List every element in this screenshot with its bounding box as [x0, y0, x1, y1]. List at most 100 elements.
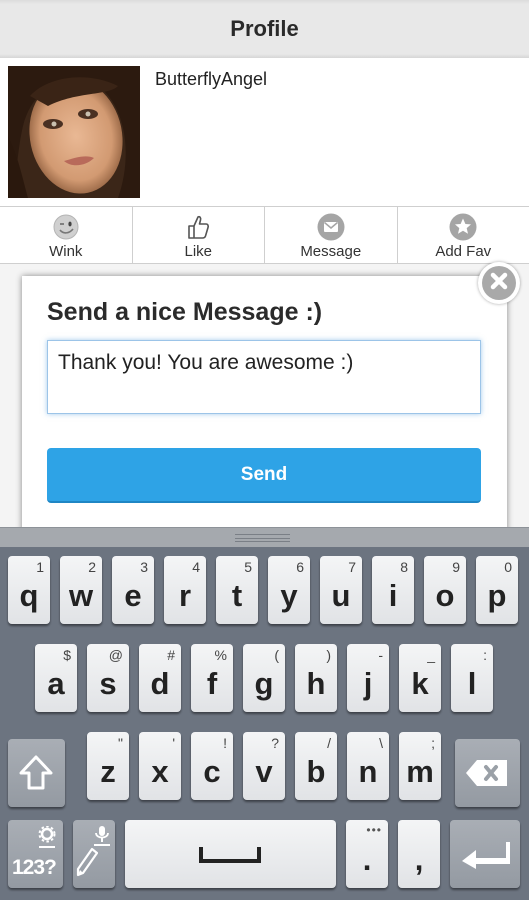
close-icon [488, 270, 510, 297]
key-u[interactable]: 7u [320, 556, 362, 624]
key-y[interactable]: 6y [268, 556, 310, 624]
comma-key[interactable]: , [398, 820, 440, 888]
key-hint: \ [379, 735, 383, 751]
key-e[interactable]: 3e [112, 556, 154, 624]
backspace-icon [465, 759, 509, 792]
key-label: p [487, 578, 507, 613]
key-hint: " [118, 735, 123, 751]
key-label: d [150, 666, 170, 701]
key-g[interactable]: (g [243, 644, 285, 712]
key-hint: ( [274, 647, 279, 663]
key-hint: % [214, 647, 227, 663]
soft-keyboard: 1 q 2 w 3 e 4 r 5 t 6 y 7 u 8 i 9 o 0 p $ a @ s # d% f(g) h - j _ k: l " z… [0, 527, 529, 900]
key-hint: 6 [296, 559, 304, 575]
key-v[interactable]: ? v [243, 732, 285, 800]
key-hint: ? [271, 735, 279, 751]
key-hint: 8 [400, 559, 408, 575]
key-label: b [306, 754, 326, 789]
key-p[interactable]: 0p [476, 556, 518, 624]
key-hint: @ [108, 647, 123, 663]
symbols-key[interactable]: 123? [8, 820, 63, 888]
send-button[interactable]: Send [47, 448, 481, 503]
pencil-icon [76, 847, 99, 882]
key-f[interactable]: % f [191, 644, 233, 712]
add-fav-label: Add Fav [435, 243, 492, 260]
key-label: u [331, 578, 351, 613]
voice-handwriting-key[interactable] [73, 820, 115, 888]
key-label: r [178, 578, 192, 613]
key-hint: ! [223, 735, 227, 751]
key-label: e [124, 578, 142, 613]
key-r[interactable]: 4r [164, 556, 206, 624]
key-label: q [19, 578, 39, 613]
symbols-label: 123? [12, 856, 57, 879]
key-c[interactable]: ! c [191, 732, 233, 800]
key-label: a [47, 666, 65, 701]
key-label: n [358, 754, 378, 789]
close-dialog-button[interactable] [478, 262, 520, 304]
key-hint: : [483, 647, 487, 663]
message-button[interactable]: Message [265, 207, 398, 263]
keyboard-drag-handle[interactable] [0, 527, 529, 547]
key-label: h [306, 666, 326, 701]
message-input[interactable]: Thank you! You are awesome :) [47, 340, 481, 414]
avatar[interactable] [8, 66, 140, 198]
key-j[interactable]: -j [347, 644, 389, 712]
key-hint: 0 [504, 559, 512, 575]
add-fav-button[interactable]: Add Fav [398, 207, 529, 263]
key-hint: ' [172, 735, 175, 751]
dialog-title: Send a nice Message :) [47, 298, 323, 326]
key-label: f [206, 666, 218, 701]
wink-label: Wink [49, 243, 83, 260]
enter-icon [460, 840, 512, 875]
key-m[interactable]: ; m [399, 732, 441, 800]
key-h[interactable]: ) h [295, 644, 337, 712]
space-key[interactable] [125, 820, 336, 888]
key-label: l [467, 666, 477, 701]
star-icon [449, 213, 477, 241]
shift-icon [19, 755, 53, 796]
key-q[interactable]: 1q [8, 556, 50, 624]
key-hint: # [167, 647, 175, 663]
key-label: o [435, 578, 455, 613]
like-button[interactable]: Like [133, 207, 265, 263]
key-label: w [68, 578, 94, 613]
key-hint: $ [63, 647, 71, 663]
key-hint: ) [326, 647, 331, 663]
key-w[interactable]: 2w [60, 556, 102, 624]
key-o[interactable]: 9o [424, 556, 466, 624]
key-x[interactable]: ' x [139, 732, 181, 800]
app: Profile ButterflyAngel Wink Like Message… [0, 0, 529, 900]
wink-button[interactable]: Wink [0, 207, 133, 263]
thumbs-up-icon [184, 213, 212, 241]
key-s[interactable]: @ s [87, 644, 129, 712]
key-label: k [411, 666, 429, 701]
period-key[interactable]: ••• . [346, 820, 388, 888]
enter-key[interactable] [450, 820, 520, 888]
key-n[interactable]: \ n [347, 732, 389, 800]
backspace-key[interactable] [455, 739, 520, 807]
settings-icon [38, 825, 56, 855]
key-hint: 2 [88, 559, 96, 575]
comma-label: , [414, 842, 424, 877]
action-bar: Wink Like Message Add Fav [0, 206, 529, 264]
shift-key[interactable] [8, 739, 65, 807]
key-a[interactable]: $ a [35, 644, 77, 712]
message-dialog: Send a nice Message :) Thank you! You ar… [22, 276, 507, 536]
key-t[interactable]: 5t [216, 556, 258, 624]
key-z[interactable]: " z [87, 732, 129, 800]
envelope-icon [317, 213, 345, 241]
key-label: m [406, 754, 434, 789]
key-l[interactable]: :l [451, 644, 493, 712]
key-label: t [231, 578, 243, 613]
key-k[interactable]: _ k [399, 644, 441, 712]
more-icon: ••• [366, 823, 382, 837]
key-d[interactable]: # d [139, 644, 181, 712]
key-b[interactable]: / b [295, 732, 337, 800]
key-hint: - [378, 647, 383, 663]
key-label: x [151, 754, 169, 789]
key-hint: 1 [36, 559, 44, 575]
key-hint: _ [427, 647, 435, 663]
key-i[interactable]: 8i [372, 556, 414, 624]
key-hint: 3 [140, 559, 148, 575]
